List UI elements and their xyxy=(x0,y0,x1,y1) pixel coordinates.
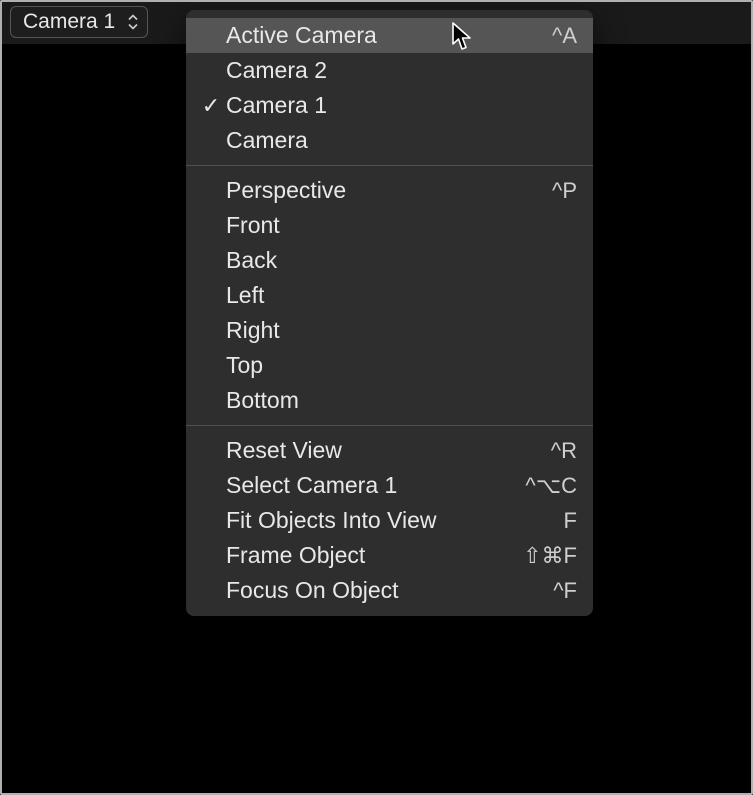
menu-item-back[interactable]: Back xyxy=(186,243,593,278)
menu-item-label: Camera 2 xyxy=(226,57,507,84)
menu-item-shortcut: ^⌥ C xyxy=(507,473,577,499)
menu-item-label: Back xyxy=(226,247,507,274)
menu-item-select-camera-1[interactable]: Select Camera 1^⌥ C xyxy=(186,468,593,503)
menu-item-left[interactable]: Left xyxy=(186,278,593,313)
updown-chevron-icon xyxy=(127,15,139,30)
menu-item-label: Reset View xyxy=(226,437,507,464)
menu-item-label: Bottom xyxy=(226,387,507,414)
menu-item-camera[interactable]: Camera xyxy=(186,123,593,158)
menu-item-label: Right xyxy=(226,317,507,344)
menu-item-focus-on-object[interactable]: Focus On Object^ F xyxy=(186,573,593,608)
menu-item-label: Perspective xyxy=(226,177,507,204)
menu-section: Perspective^ PFrontBackLeftRightTopBotto… xyxy=(186,171,593,420)
menu-item-label: Front xyxy=(226,212,507,239)
menu-item-label: Camera xyxy=(226,127,507,154)
menu-item-label: Camera 1 xyxy=(226,92,507,119)
menu-item-label: Active Camera xyxy=(226,22,507,49)
camera-dropdown-label: Camera 1 xyxy=(23,10,115,34)
menu-item-shortcut: ⇧⌘ F xyxy=(507,543,577,569)
menu-item-frame-object[interactable]: Frame Object⇧⌘ F xyxy=(186,538,593,573)
menu-item-shortcut: ^ F xyxy=(507,578,577,604)
menu-item-reset-view[interactable]: Reset View^ R xyxy=(186,433,593,468)
checkmark-icon: ✓ xyxy=(196,93,226,119)
menu-item-label: Fit Objects Into View xyxy=(226,507,507,534)
camera-dropdown-button[interactable]: Camera 1 xyxy=(10,6,148,38)
menu-item-perspective[interactable]: Perspective^ P xyxy=(186,173,593,208)
menu-item-top[interactable]: Top xyxy=(186,348,593,383)
menu-item-label: Left xyxy=(226,282,507,309)
menu-item-shortcut: ^ R xyxy=(507,438,577,464)
menu-item-label: Focus On Object xyxy=(226,577,507,604)
menu-item-label: Top xyxy=(226,352,507,379)
menu-item-front[interactable]: Front xyxy=(186,208,593,243)
menu-item-right[interactable]: Right xyxy=(186,313,593,348)
menu-item-camera-1[interactable]: ✓Camera 1 xyxy=(186,88,593,123)
menu-section: Reset View^ RSelect Camera 1^⌥ CFit Obje… xyxy=(186,431,593,610)
menu-item-label: Frame Object xyxy=(226,542,507,569)
menu-item-bottom[interactable]: Bottom xyxy=(186,383,593,418)
camera-context-menu: Active Camera^ ACamera 2✓Camera 1CameraP… xyxy=(186,10,593,616)
menu-item-shortcut: F xyxy=(507,508,577,534)
menu-item-shortcut: ^ P xyxy=(507,178,577,204)
menu-separator xyxy=(186,165,593,166)
menu-item-active-camera[interactable]: Active Camera^ A xyxy=(186,18,593,53)
menu-item-camera-2[interactable]: Camera 2 xyxy=(186,53,593,88)
menu-item-fit-objects-into-view[interactable]: Fit Objects Into View F xyxy=(186,503,593,538)
menu-separator xyxy=(186,425,593,426)
menu-item-shortcut: ^ A xyxy=(507,23,577,49)
menu-item-label: Select Camera 1 xyxy=(226,472,507,499)
menu-section: Active Camera^ ACamera 2✓Camera 1Camera xyxy=(186,16,593,160)
